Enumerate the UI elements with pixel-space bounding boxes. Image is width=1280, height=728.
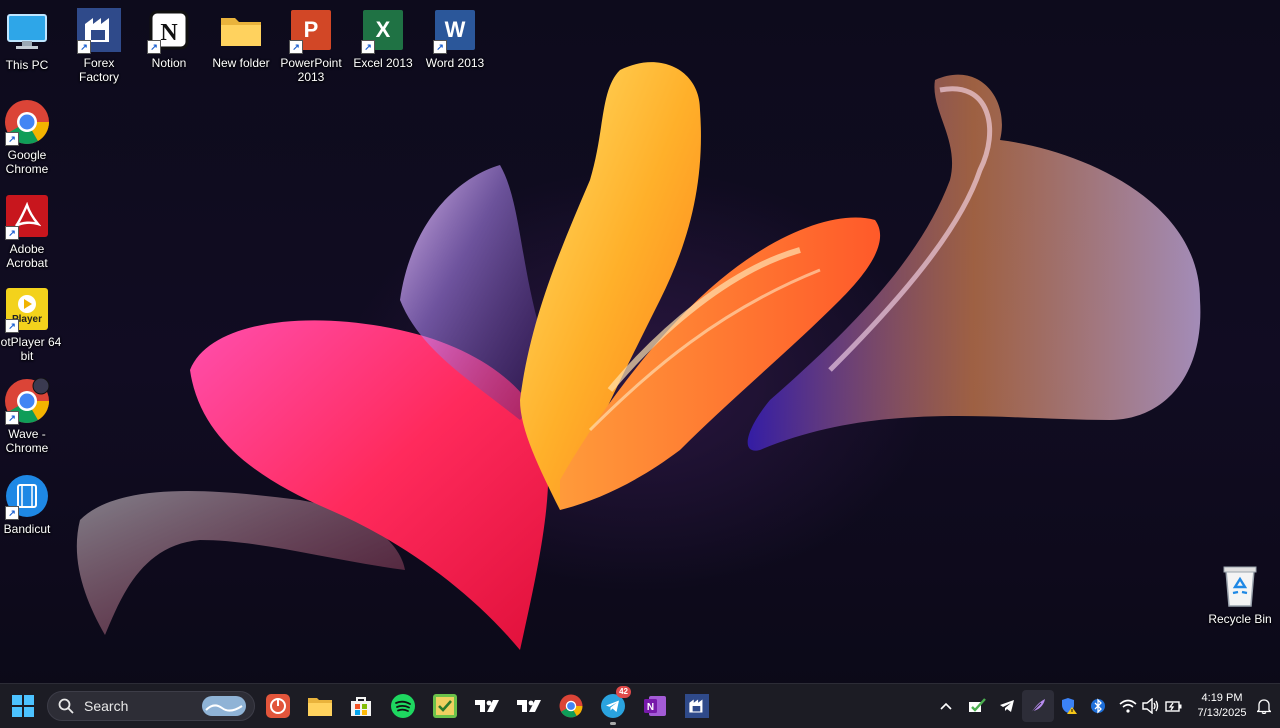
shortcut-arrow-icon: ↗ [77, 40, 91, 54]
tradingview-icon [517, 700, 541, 712]
powerpoint-glyph: P [303, 17, 319, 42]
desktop-icon-google-chrome[interactable]: ↗ Google Chrome [0, 98, 62, 176]
desktop-icon-word[interactable]: W ↗ Word 2013 [420, 6, 490, 70]
desktop-wallpaper [76, 62, 1201, 650]
desktop-icon-forex-factory[interactable]: ↗ Forex Factory [64, 6, 134, 84]
word-glyph: W [444, 17, 466, 42]
windows-logo-icon [12, 695, 34, 717]
bell-icon [1257, 699, 1271, 714]
desktop-icon-label: Notion [151, 56, 187, 70]
shortcut-arrow-icon: ↗ [5, 319, 19, 333]
taskbar-app-microsoft-store[interactable] [345, 690, 377, 722]
tray-icon-bluetooth[interactable] [1082, 690, 1114, 722]
desktop-icon-this-pc[interactable]: This PC [0, 8, 62, 72]
desktop-icon-excel[interactable]: X ↗ Excel 2013 [348, 6, 418, 70]
taskbar: Search 42 N 4:19 PM 7/13/2025 [0, 683, 1280, 728]
taskbar-app-forex-factory[interactable] [681, 690, 713, 722]
clock-date: 7/13/2025 [1197, 707, 1247, 719]
desktop-icon-label: Wave - Chrome [5, 427, 49, 455]
taskbar-app-tasks[interactable] [429, 690, 461, 722]
tray-icon-feather[interactable] [1022, 690, 1054, 722]
desktop-icon-powerpoint[interactable]: P ↗ PowerPoint 2013 [276, 6, 346, 84]
desktop-icon-label: PotPlayer 64 bit [0, 335, 62, 363]
desktop-icon-label: Bandicut [3, 522, 51, 536]
shortcut-arrow-icon: ↗ [5, 226, 19, 240]
shield-warning-icon [1062, 698, 1077, 714]
battery-charging-icon [1165, 701, 1182, 712]
spotify-icon [391, 694, 415, 718]
desktop-icon-label: Forex Factory [78, 56, 119, 84]
desktop-icon-label: Adobe Acrobat [6, 242, 48, 270]
taskbar-app-power[interactable] [262, 690, 294, 722]
shortcut-arrow-icon: ↗ [5, 506, 19, 520]
power-app-icon [266, 694, 290, 718]
desktop-icon-wave-chrome[interactable]: ↗ Wave - Chrome [0, 377, 62, 455]
computer-icon [7, 14, 47, 49]
search-label: Search [84, 698, 129, 714]
shortcut-arrow-icon: ↗ [147, 40, 161, 54]
chevron-up-icon [940, 702, 952, 710]
search-icon [58, 698, 74, 714]
desktop-icon-bandicut[interactable]: ↗ Bandicut [0, 472, 62, 536]
feather-icon [1030, 699, 1045, 714]
chrome-icon [559, 694, 583, 718]
tradingview-icon [475, 700, 499, 712]
notification-badge: 42 [616, 686, 631, 698]
notifications-button[interactable] [1252, 690, 1276, 722]
recycle-bin-icon [1223, 566, 1257, 607]
desktop-icon-new-folder[interactable]: New folder [206, 6, 276, 70]
taskbar-app-telegram[interactable]: 42 [597, 686, 631, 725]
checklist-icon [433, 694, 457, 718]
desktop-icon-potplayer[interactable]: Player ↗ PotPlayer 64 bit [0, 285, 62, 363]
shortcut-arrow-icon: ↗ [433, 40, 447, 54]
onenote-icon: N [644, 696, 666, 716]
file-explorer-icon [308, 698, 332, 716]
taskbar-app-file-explorer[interactable] [304, 690, 336, 722]
shortcut-arrow-icon: ↗ [5, 132, 19, 146]
svg-text:N: N [647, 702, 654, 713]
desktop-icon-label: Google Chrome [5, 148, 49, 176]
tray-icon-app[interactable] [961, 690, 993, 722]
desktop-icon-adobe-acrobat[interactable]: ↗ Adobe Acrobat [0, 192, 62, 270]
taskbar-search-box[interactable]: Search [47, 691, 255, 721]
clock-time: 4:19 PM [1201, 692, 1243, 704]
shortcut-arrow-icon: ↗ [5, 411, 19, 425]
tray-icon-battery[interactable] [1158, 690, 1190, 722]
search-highlight-icon [202, 696, 246, 716]
desktop-icon-notion[interactable]: N ↗ Notion [134, 6, 204, 70]
desktop-icon-label: This PC [5, 58, 49, 72]
folder-icon [221, 18, 261, 46]
microsoft-store-icon [351, 697, 371, 716]
desktop-icon-label: Excel 2013 [353, 56, 413, 70]
desktop-icon-label: New folder [212, 56, 270, 70]
running-indicator [610, 722, 616, 725]
svg-text:N: N [160, 20, 178, 46]
show-hidden-icons-button[interactable] [930, 690, 962, 722]
tray-app-icon [969, 698, 986, 712]
telegram-icon [1000, 700, 1014, 712]
bluetooth-icon [1091, 698, 1105, 714]
tray-icon-telegram[interactable] [991, 690, 1023, 722]
taskbar-app-tradingview-1[interactable] [471, 690, 503, 722]
desktop-icon-label: PowerPoint 2013 [280, 56, 342, 84]
taskbar-app-tradingview-2[interactable] [513, 690, 545, 722]
desktop-icon-recycle-bin[interactable]: Recycle Bin [1205, 562, 1275, 626]
forex-factory-icon [685, 694, 709, 718]
tray-icon-security[interactable] [1053, 690, 1085, 722]
taskbar-app-spotify[interactable] [387, 690, 419, 722]
desktop-icon-label: Recycle Bin [1208, 612, 1272, 626]
excel-glyph: X [375, 17, 391, 42]
desktop-icon-label: Word 2013 [425, 56, 485, 70]
shortcut-arrow-icon: ↗ [289, 40, 303, 54]
taskbar-clock[interactable]: 4:19 PM 7/13/2025 [1192, 691, 1252, 721]
taskbar-app-chrome[interactable] [555, 690, 587, 722]
shortcut-arrow-icon: ↗ [361, 40, 375, 54]
taskbar-app-onenote[interactable]: N [639, 690, 671, 722]
start-button[interactable] [7, 690, 39, 722]
